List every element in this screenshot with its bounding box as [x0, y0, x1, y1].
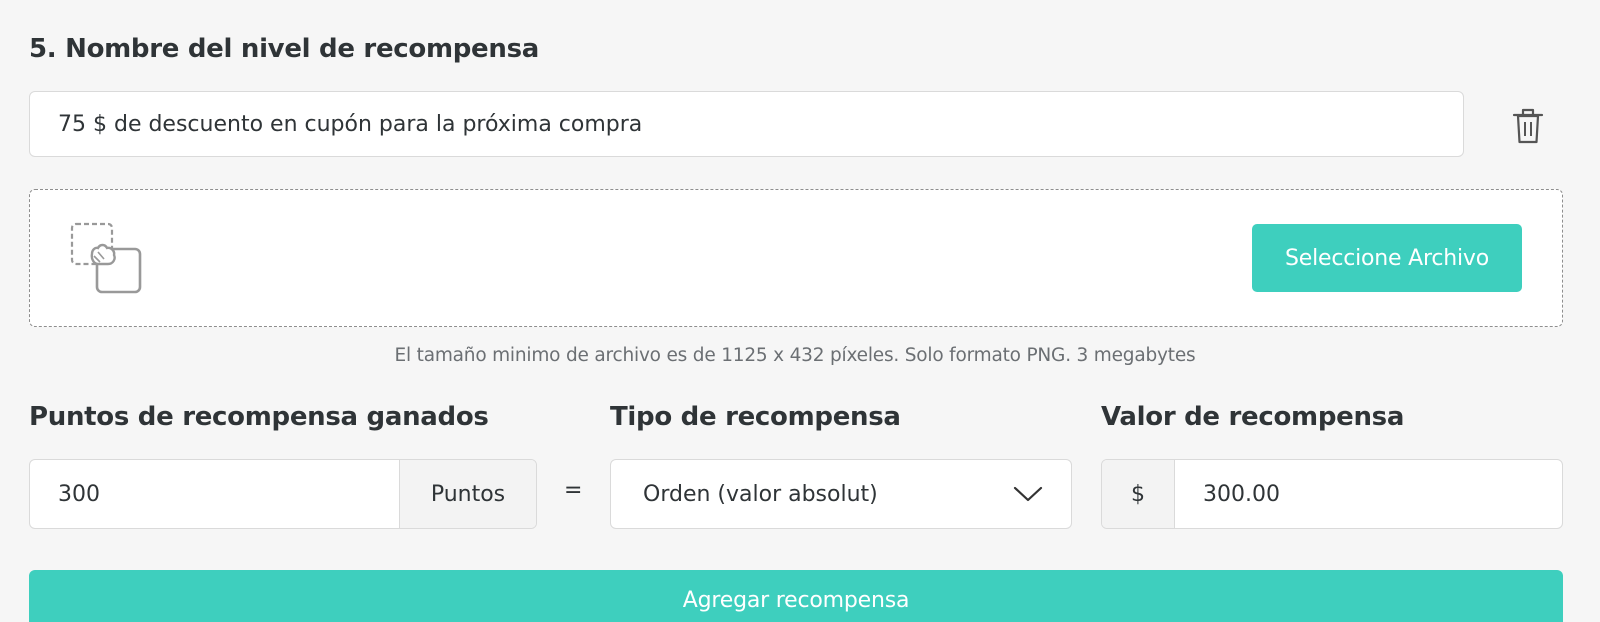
reward-type-label: Tipo de recompensa — [610, 402, 901, 432]
image-upload-icon — [70, 222, 142, 294]
chevron-down-icon — [1013, 486, 1043, 502]
reward-value-input[interactable]: 300.00 — [1175, 460, 1562, 528]
currency-prefix: $ — [1102, 460, 1175, 528]
reward-value-field: $ 300.00 — [1101, 459, 1563, 529]
reward-value-label: Valor de recompensa — [1101, 402, 1405, 432]
image-drop-zone[interactable]: Seleccione Archivo — [29, 189, 1563, 327]
add-reward-button[interactable]: Agregar recompensa — [29, 570, 1563, 622]
points-input[interactable]: 300 — [30, 460, 399, 528]
delete-tier-button[interactable] — [1508, 104, 1548, 148]
reward-type-select[interactable]: Orden (valor absolut) — [610, 459, 1072, 529]
points-field: 300 Puntos — [29, 459, 537, 529]
tier-title: 5. Nombre del nivel de recompensa — [29, 34, 540, 64]
select-file-button[interactable]: Seleccione Archivo — [1252, 224, 1522, 292]
upload-hint: El tamaño minimo de archivo es de 1125 x… — [394, 345, 1196, 366]
points-suffix: Puntos — [399, 460, 536, 528]
points-label: Puntos de recompensa ganados — [29, 402, 489, 432]
tier-name-input[interactable] — [29, 91, 1464, 157]
trash-icon — [1512, 108, 1544, 144]
reward-tier-editor: 5. Nombre del nivel de recompensa Selecc… — [0, 0, 1600, 622]
reward-type-selected: Orden (valor absolut) — [643, 481, 878, 507]
equals-sign: = — [564, 478, 583, 503]
